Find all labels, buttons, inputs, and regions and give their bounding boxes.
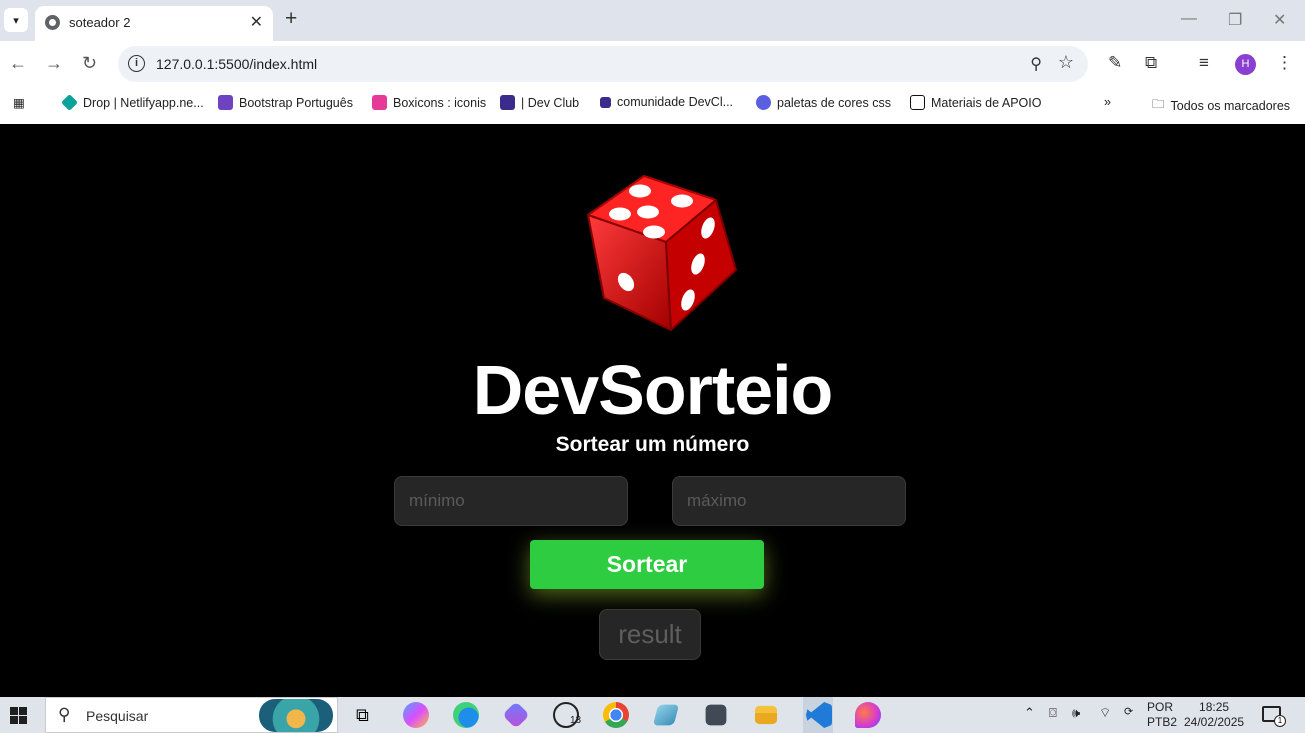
sync-icon[interactable]: ⟳ [1124, 705, 1133, 718]
volume-icon[interactable]: 🕪 [1072, 705, 1080, 721]
bookmark-boxicons[interactable]: Boxicons : iconis [372, 95, 486, 110]
bookmark-devclub[interactable]: | Dev Club [500, 95, 579, 110]
meet-icon[interactable]: ⌼ [1049, 705, 1057, 721]
bookmark-label: Boxicons : iconis [393, 95, 487, 110]
dice-icon [587, 175, 737, 331]
devclub-square-icon [600, 96, 611, 108]
bookmark-label: paletas de cores css [777, 95, 891, 110]
menu-icon[interactable]: ⋮ [1276, 53, 1293, 73]
search-icon: ⚲ [58, 705, 71, 724]
notification-icon[interactable]: 1 [1262, 706, 1286, 727]
input-language[interactable]: POR PTB2 [1147, 700, 1177, 730]
toolbar: ← → ↻ i 127.0.0.1:5500/index.html ⚲ ☆ ✎ … [0, 41, 1305, 87]
zoom-icon[interactable]: ⚲ [1030, 54, 1042, 74]
clock-date: 24/02/2025 [1184, 715, 1245, 729]
tab-strip: ▾ soteador 2 ✕ + — ❐ ✕ [0, 0, 1305, 41]
browser-chrome: ▾ soteador 2 ✕ + — ❐ ✕ ← → ↻ i 127.0.0.1… [0, 0, 1305, 124]
bookmark-label: Bootstrap Português [239, 95, 353, 110]
min-input[interactable] [394, 476, 628, 526]
folder-icon: 🗀 [1152, 97, 1165, 111]
url-text[interactable]: 127.0.0.1:5500/index.html [156, 56, 317, 72]
task-view-icon[interactable]: ⧉ [352, 702, 378, 728]
reload-icon[interactable]: ↻ [82, 53, 97, 74]
show-hidden-icons-icon[interactable]: ⌃ [1024, 705, 1035, 721]
notion-icon [910, 95, 925, 110]
figma-like-icon[interactable] [855, 702, 881, 728]
palette-icon [756, 95, 771, 110]
sortear-button[interactable]: Sortear [530, 540, 764, 589]
whatsapp-badge: 13 [570, 715, 582, 726]
profile-avatar[interactable]: H [1235, 54, 1256, 75]
bookmark-paletas[interactable]: paletas de cores css [756, 95, 891, 110]
notes-app-icon[interactable] [652, 704, 680, 726]
notification-count: 1 [1274, 715, 1286, 727]
site-info-icon[interactable]: i [128, 55, 145, 72]
calculator-icon[interactable] [705, 704, 727, 726]
taskbar: ⚲ Pesquisar ⧉ 13 ⌃ ⌼ 🕪 ⌔ ⟳ POR PTB2 18:2… [0, 697, 1305, 733]
tab-active[interactable]: soteador 2 ✕ [35, 6, 273, 41]
more-bookmarks-icon[interactable]: » [1104, 95, 1111, 109]
copilot-icon[interactable] [403, 702, 429, 728]
brand-title: DevSorteio [472, 351, 834, 429]
restore-icon[interactable]: ❐ [1228, 10, 1242, 30]
lang-bottom: PTB2 [1147, 715, 1178, 729]
minimize-icon[interactable]: — [1181, 10, 1197, 28]
eyedropper-icon[interactable]: ✎ [1108, 53, 1122, 73]
search-highlight-image [259, 699, 333, 732]
taskbar-search[interactable]: ⚲ Pesquisar [45, 697, 338, 733]
taskbar-search-text: Pesquisar [86, 708, 149, 724]
extensions-icon[interactable]: ⧉ [1145, 53, 1157, 73]
max-input[interactable] [672, 476, 906, 526]
apps-grid-icon[interactable]: ▦ [13, 95, 25, 110]
new-tab-icon[interactable]: + [285, 7, 297, 31]
address-bar[interactable]: i 127.0.0.1:5500/index.html ⚲ ☆ [118, 46, 1088, 82]
bookmark-netlify[interactable]: Drop | Netlifyapp.ne... [61, 94, 204, 111]
forward-icon[interactable]: → [45, 53, 63, 74]
bookmarks-bar: ▦ Drop | Netlifyapp.ne... Bootstrap Port… [0, 87, 1305, 124]
bookmark-label: Drop | Netlifyapp.ne... [83, 95, 204, 110]
bookmark-materiais[interactable]: Materiais de APOIO [910, 95, 1041, 110]
all-bookmarks[interactable]: 🗀 Todos os marcadores [1152, 95, 1290, 116]
chrome-icon[interactable] [603, 702, 629, 728]
netlify-icon [61, 94, 78, 111]
microsoft365-icon[interactable] [502, 701, 530, 729]
globe-icon [45, 15, 60, 30]
media-control-icon[interactable]: ≡ [1199, 53, 1209, 73]
close-window-icon[interactable]: ✕ [1273, 10, 1286, 30]
back-icon[interactable]: ← [9, 53, 27, 74]
bootstrap-icon [218, 95, 233, 110]
subtitle: Sortear um número [555, 433, 750, 456]
edge-icon[interactable] [453, 702, 479, 728]
file-explorer-icon[interactable] [754, 705, 778, 725]
bookmark-label: Materiais de APOIO [931, 95, 1042, 110]
bookmark-label: | Dev Club [521, 95, 580, 110]
clock-time: 18:25 [1199, 700, 1230, 714]
bookmark-label: comunidade DevCl... [617, 95, 734, 109]
tab-search-icon[interactable]: ▾ [4, 8, 28, 32]
lang-top: POR [1147, 700, 1174, 714]
clock[interactable]: 18:25 24/02/2025 [1184, 700, 1244, 730]
devclub-icon [500, 95, 515, 110]
close-tab-icon[interactable]: ✕ [250, 12, 263, 32]
bookmark-bootstrap[interactable]: Bootstrap Português [218, 95, 353, 110]
all-bookmarks-label: Todos os marcadores [1170, 98, 1291, 113]
boxicons-icon [372, 95, 387, 110]
tab-title: soteador 2 [69, 15, 131, 30]
bookmark-comunidade[interactable]: comunidade DevCl... [600, 95, 733, 109]
bookmark-star-icon[interactable]: ☆ [1058, 52, 1074, 73]
windows-start-icon[interactable] [10, 707, 27, 724]
wifi-icon[interactable]: ⌔ [1099, 705, 1111, 721]
result-display: result [599, 609, 701, 660]
